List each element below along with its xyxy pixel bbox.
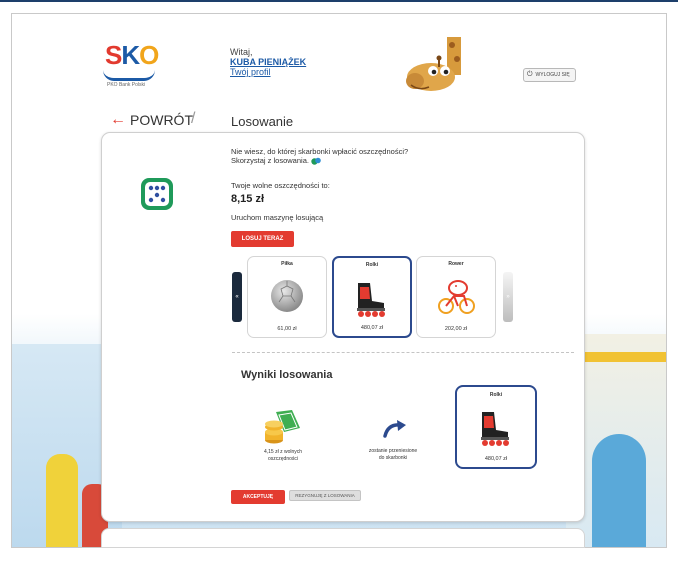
sko-logo[interactable]: SKO PKO Bank Polski <box>95 40 165 92</box>
hint-text: Skorzystaj z losowania. <box>231 156 309 165</box>
savings-label: Twoje wolne oszczędności to: <box>231 181 330 190</box>
rollerskates-icon <box>481 412 509 446</box>
hint-line: Skorzystaj z losowania. <box>231 156 461 165</box>
carousel-next-button[interactable]: » <box>503 272 513 322</box>
arrow-left-icon: ← <box>110 111 126 128</box>
profile-link[interactable]: Twój profil <box>230 67 306 77</box>
product-name: Rolki <box>365 262 379 268</box>
transfer-text: zostanie przeniesione do skarbonki <box>358 448 428 461</box>
savings-amount: 8,15 zł <box>231 193 265 205</box>
product-card-rollerskates[interactable]: Rolki 480,07 zł <box>332 256 412 338</box>
product-name: Rower <box>448 261 464 267</box>
user-name-link[interactable]: KUBA PIENIĄŻEK <box>230 57 306 67</box>
background-slide <box>46 454 78 547</box>
greeting-text: Witaj, <box>230 47 253 57</box>
draw-now-button[interactable]: LOSUJ TERAZ <box>231 231 294 247</box>
resign-button[interactable]: REZYGNUJĘ Z LOSOWANIA <box>289 490 361 501</box>
section-divider <box>232 352 574 353</box>
coins-wallet-icon <box>265 410 300 444</box>
product-price: 202,00 zł <box>444 326 468 332</box>
power-icon: ⏻ <box>527 71 533 78</box>
breadcrumb-separator: / <box>191 110 196 127</box>
coins-text-line: oszczędności <box>267 455 298 462</box>
background-pool-edge <box>576 352 666 362</box>
result-product-card: Rolki 480,07 zł <box>455 385 537 469</box>
draw-question: Nie wiesz, do której skarbonki wpłacić o… <box>231 147 461 165</box>
logo-letter: S <box>105 40 122 70</box>
logo-swoosh <box>103 70 155 81</box>
logo-subtitle: PKO Bank Polski <box>107 82 146 88</box>
question-text: Nie wiesz, do której skarbonki wpłacić o… <box>231 147 409 156</box>
next-card-edge <box>101 528 585 548</box>
logout-label: WYLOGUJ SIĘ <box>535 72 570 78</box>
product-card-ball[interactable]: Piłka 61,00 zł <box>247 256 327 338</box>
giraffe-mascot <box>406 37 461 91</box>
product-price: 61,00 zł <box>277 326 297 332</box>
logout-button[interactable]: ⏻ WYLOGUJ SIĘ <box>523 68 576 82</box>
product-name: Piłka <box>281 261 293 267</box>
bike-piggy-icon <box>438 280 475 314</box>
background-slide <box>592 434 646 547</box>
product-price: 480,07 zł <box>360 325 384 331</box>
logo-letters: SKO <box>105 40 159 71</box>
product-card-bike[interactable]: Rower 202,00 zł <box>416 256 496 338</box>
logo-letter: K <box>121 40 140 70</box>
product-name: Rolki <box>489 392 503 398</box>
user-greeting: Witaj, KUBA PIENIĄŻEK Twój profil <box>230 47 306 77</box>
help-bubble-icon[interactable] <box>311 157 321 165</box>
rollerskates-icon <box>357 283 385 317</box>
coins-text: 4,15 zł z wolnych oszczędności <box>253 449 313 462</box>
top-rule <box>0 0 678 2</box>
machine-label: Uruchom maszynę losującą <box>231 213 324 222</box>
logo-letter: O <box>139 40 159 70</box>
ball-icon <box>271 280 303 312</box>
transfer-text-line: do skarbonki <box>378 454 408 461</box>
product-price: 480,07 zł <box>484 456 508 462</box>
page-title: Losowanie <box>231 114 294 129</box>
dice-icon <box>141 178 173 210</box>
results-title: Wyniki losowania <box>241 369 333 381</box>
accept-button[interactable]: AKCEPTUJĘ <box>231 490 285 504</box>
arrow-right-curved-icon <box>383 420 406 438</box>
back-label: POWRÓT <box>130 112 193 128</box>
back-button[interactable]: ← POWRÓT <box>110 111 193 129</box>
carousel-prev-button[interactable]: « <box>232 272 242 322</box>
